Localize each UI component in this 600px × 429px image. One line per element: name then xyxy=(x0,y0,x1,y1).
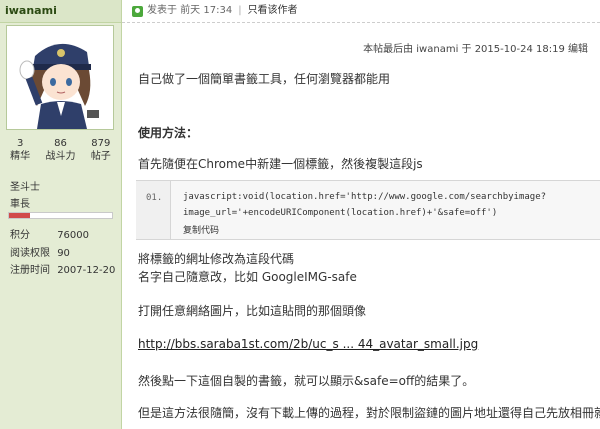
username-link[interactable]: iwanami xyxy=(0,0,121,23)
post-text-note: 但是這方法很隨簡，沒有下載上傳的過程，對於限制盜鏈的圖片地址還得自己先放相冊就是… xyxy=(138,406,600,420)
post-text-step2a: 將標籤的網址修改為這段代碼 xyxy=(138,252,295,266)
author-only-link[interactable]: 只看该作者 xyxy=(248,0,298,22)
level-progress-bar xyxy=(8,212,113,219)
code-block: 01. javascript:void(location.href='http:… xyxy=(136,180,600,240)
avatar-illustration xyxy=(7,26,113,129)
post-text-step3: 打開任意網絡圖片，比如這貼問的那個頭像 xyxy=(138,304,367,318)
stat-label: 帖子 xyxy=(90,151,111,162)
stat-value: 3 xyxy=(16,138,24,149)
info-points: 积分 76000 xyxy=(10,226,89,241)
online-status-icon xyxy=(132,5,143,17)
post-text-step1: 首先隨便在Chrome中新建一個標籤，然後複製這段js xyxy=(138,157,423,171)
posted-time: 前天 17:34 xyxy=(180,5,233,16)
post-text-step4: 然後點一下這個自製的書籤，就可以顯示&safe=off的結果了。 xyxy=(138,374,475,388)
info-value: 90 xyxy=(57,248,70,259)
image-link[interactable]: http://bbs.saraba1st.com/2b/uc_s ... 44_… xyxy=(138,337,478,351)
post-content: 发表于 前天 17:34 | 只看该作者 本帖最后由 iwanami 于 201… xyxy=(122,0,600,429)
code-line-2: image_url='+encodeURIComponent(location.… xyxy=(183,208,498,218)
stat-posts[interactable]: 879 帖子 xyxy=(81,137,121,163)
code-line-1: javascript:void(location.href='http://ww… xyxy=(183,192,547,202)
user-level: 車長 xyxy=(10,199,30,210)
user-stats: 3 精华 86 战斗力 879 帖子 xyxy=(0,137,121,163)
info-key: 阅读权限 xyxy=(10,248,50,259)
info-value: 2007-12-20 xyxy=(57,265,116,276)
stat-label: 战斗力 xyxy=(45,151,76,162)
line-number-gutter: 01. xyxy=(136,181,171,239)
info-key: 积分 xyxy=(10,230,30,241)
info-value: 76000 xyxy=(57,230,89,241)
posted-prefix: 发表于 xyxy=(147,5,177,16)
stat-value: 879 xyxy=(91,138,111,149)
edit-note: 本帖最后由 iwanami 于 2015-10-24 18:19 编辑 xyxy=(363,44,588,55)
user-avatar[interactable] xyxy=(6,25,114,130)
copy-code-button[interactable]: 复制代码 xyxy=(183,223,219,236)
user-sidebar: iwanami 3 精华 86 战斗力 879 帖子 圣斗士 車長 积分 760… xyxy=(0,0,122,429)
post-text-intro: 自己做了一個簡單書籤工具，任何瀏覽器都能用 xyxy=(138,72,391,86)
stat-digest[interactable]: 3 精华 xyxy=(0,137,40,163)
meta-separator: | xyxy=(238,5,242,16)
user-rank: 圣斗士 xyxy=(10,182,40,193)
post-text-step2b: 名字自己隨意改，比如 GoogleIMG-safe xyxy=(138,270,357,284)
info-read-permission: 阅读权限 90 xyxy=(10,244,70,259)
stat-label: 精华 xyxy=(10,151,31,162)
level-progress-fill xyxy=(9,213,30,218)
usage-heading: 使用方法： xyxy=(138,126,199,140)
stat-combat[interactable]: 86 战斗力 xyxy=(40,137,80,163)
info-register-date: 注册时间 2007-12-20 xyxy=(10,261,115,276)
stat-value: 86 xyxy=(54,138,67,149)
info-key: 注册时间 xyxy=(10,265,50,276)
line-number: 01. xyxy=(146,193,163,203)
post-meta-bar: 发表于 前天 17:34 | 只看该作者 xyxy=(122,0,600,23)
